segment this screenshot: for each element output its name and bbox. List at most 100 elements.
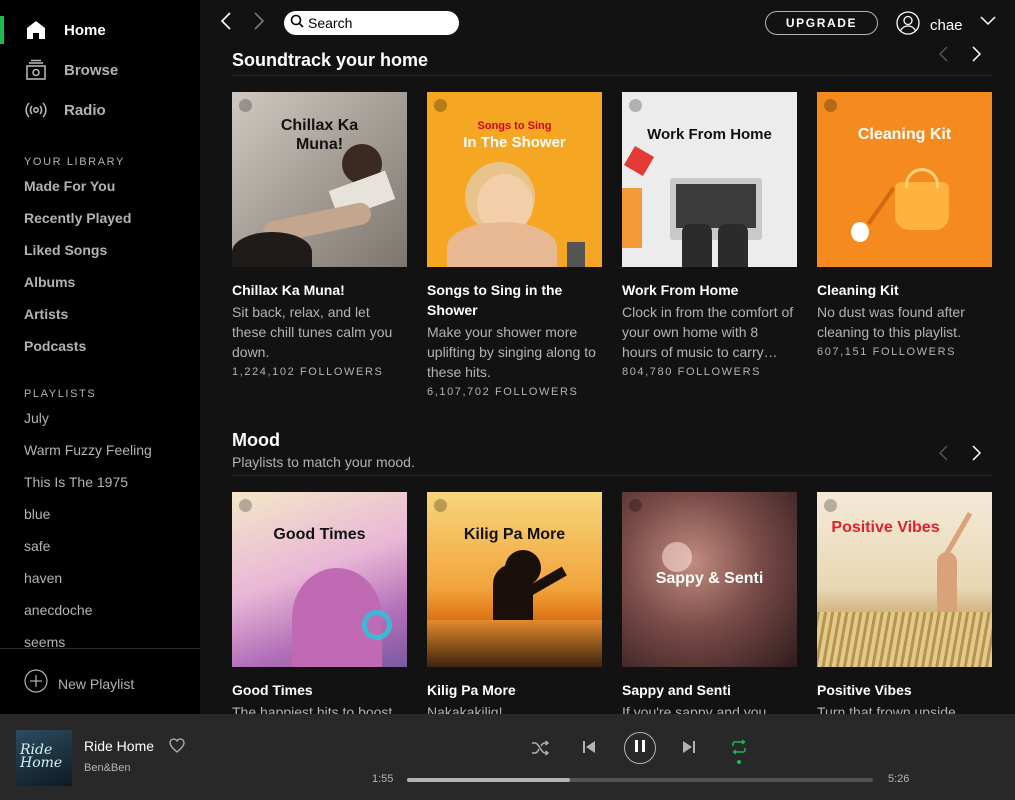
- cover-title: Good Times: [273, 526, 366, 543]
- progress-bar[interactable]: [407, 778, 873, 782]
- playlist-item[interactable]: seems: [24, 634, 65, 648]
- spotify-logo-icon: [239, 99, 252, 112]
- search-input[interactable]: [308, 15, 448, 31]
- playlist-item[interactable]: blue: [24, 506, 50, 522]
- nav-home[interactable]: Home: [0, 14, 200, 46]
- card-description: Clock in from the comfort of your own ho…: [622, 304, 794, 360]
- playlist-cover[interactable]: Chillax Ka Muna!: [232, 92, 407, 267]
- playlist-cover[interactable]: Work From Home: [622, 92, 797, 267]
- shelf-prev-button[interactable]: [933, 46, 953, 66]
- card-description: No dust was found after cleaning to this…: [817, 304, 965, 340]
- playlist-item[interactable]: Warm Fuzzy Feeling: [24, 442, 152, 458]
- user-icon: [896, 11, 920, 40]
- playlist-item[interactable]: This Is The 1975: [24, 474, 128, 490]
- elapsed-time: 1:55: [372, 773, 394, 785]
- card-title[interactable]: Kilig Pa More: [427, 680, 602, 700]
- back-button[interactable]: [216, 11, 236, 35]
- shuffle-icon[interactable]: [531, 740, 549, 756]
- spotify-logo-icon: [824, 99, 837, 112]
- total-time: 5:26: [888, 773, 910, 785]
- art-title: Ride Home: [20, 742, 63, 771]
- shelf-next-button[interactable]: [967, 444, 987, 466]
- card-title[interactable]: Sappy and Senti: [622, 680, 797, 700]
- cover-title: In The Shower: [463, 134, 566, 151]
- library-item-liked-songs[interactable]: Liked Songs: [24, 242, 107, 258]
- cover-title: Work From Home: [647, 126, 772, 143]
- shelf-prev-button[interactable]: [933, 444, 953, 465]
- card-title[interactable]: Work From Home: [622, 280, 797, 300]
- spotify-logo-icon: [824, 499, 837, 512]
- card-description: The happiest hits to boost: [232, 704, 393, 714]
- cover-title: Cleaning Kit: [857, 126, 952, 143]
- library-item-recently-played[interactable]: Recently Played: [24, 210, 131, 226]
- library-item-podcasts[interactable]: Podcasts: [24, 338, 86, 354]
- playlist-card[interactable]: Chillax Ka Muna! Chillax Ka Muna! Sit ba…: [232, 92, 407, 378]
- nav-home-label: Home: [64, 21, 106, 39]
- playlist-card[interactable]: Songs to Sing In The Shower Songs to Sin…: [427, 92, 602, 398]
- card-title[interactable]: Good Times: [232, 680, 407, 700]
- shelf-title[interactable]: Mood: [232, 430, 280, 451]
- chevron-right-icon: [972, 444, 982, 466]
- playlist-cover[interactable]: Kilig Pa More: [427, 492, 602, 667]
- playlist-card[interactable]: Sappy & Senti Sappy and Senti If you're …: [622, 492, 797, 714]
- playlist-card[interactable]: Good Times Good Times The happiest hits …: [232, 492, 407, 714]
- user-menu[interactable]: chae: [896, 11, 963, 40]
- playlist-cover[interactable]: Songs to Sing In The Shower: [427, 92, 602, 267]
- shelf-next-button[interactable]: [967, 46, 987, 66]
- forward-button[interactable]: [249, 11, 269, 35]
- username: chae: [930, 17, 963, 34]
- library-item-albums[interactable]: Albums: [24, 274, 75, 290]
- radio-icon: [24, 98, 48, 122]
- library-item-made-for-you[interactable]: Made For You: [24, 178, 115, 194]
- next-track-icon[interactable]: [682, 740, 696, 754]
- progress-fill: [407, 778, 571, 782]
- chevron-right-icon: [972, 46, 982, 67]
- cover-subtitle: Songs to Sing: [477, 120, 552, 132]
- playlist-card[interactable]: Work From Home Work From Home Clock in f…: [622, 92, 797, 378]
- playlist-item[interactable]: anecdoche: [24, 602, 93, 618]
- now-playing-artist[interactable]: Ben&Ben: [84, 762, 130, 774]
- playlist-card[interactable]: Cleaning Kit Cleaning Kit No dust was fo…: [817, 92, 992, 358]
- nav-browse-label: Browse: [64, 61, 119, 79]
- search-box[interactable]: [284, 11, 459, 35]
- search-icon: [290, 14, 304, 33]
- plus-circle-icon: [24, 669, 48, 698]
- playlist-item[interactable]: haven: [24, 570, 62, 586]
- chevron-right-icon: [253, 11, 265, 35]
- playlist-cover[interactable]: Positive Vibes: [817, 492, 992, 667]
- shelf-subtitle: Playlists to match your mood.: [232, 454, 415, 470]
- playlist-item[interactable]: July: [24, 410, 49, 426]
- playlist-cover[interactable]: Cleaning Kit: [817, 92, 992, 267]
- card-description: Turn that frown upside: [817, 704, 956, 714]
- spotify-logo-icon: [629, 499, 642, 512]
- card-title[interactable]: Songs to Sing in the Shower: [427, 280, 602, 320]
- spotify-logo-icon: [434, 499, 447, 512]
- upgrade-button[interactable]: UPGRADE: [765, 11, 878, 35]
- chevron-down-icon[interactable]: [980, 14, 996, 32]
- now-playing-title[interactable]: Ride Home: [84, 738, 154, 754]
- new-playlist-button[interactable]: New Playlist: [24, 669, 134, 698]
- pause-button[interactable]: [624, 732, 656, 764]
- shelf-title[interactable]: Soundtrack your home: [232, 50, 428, 71]
- shelf-divider: [232, 75, 992, 76]
- nav-browse[interactable]: Browse: [0, 54, 200, 86]
- previous-track-icon[interactable]: [582, 740, 596, 754]
- playlist-item[interactable]: safe: [24, 538, 50, 554]
- now-playing-art[interactable]: Ride Home: [16, 730, 72, 786]
- playlist-cover[interactable]: Sappy & Senti: [622, 492, 797, 667]
- card-followers: 804,780 FOLLOWERS: [622, 366, 762, 378]
- chevron-left-icon: [220, 11, 232, 35]
- shelf-divider: [232, 475, 992, 476]
- playlist-cover[interactable]: Good Times: [232, 492, 407, 667]
- library-item-artists[interactable]: Artists: [24, 306, 68, 322]
- card-title[interactable]: Positive Vibes: [817, 680, 992, 700]
- card-description: Sit back, relax, and let these chill tun…: [232, 304, 393, 360]
- playlist-card[interactable]: Positive Vibes Positive Vibes Turn that …: [817, 492, 992, 714]
- card-title[interactable]: Cleaning Kit: [817, 280, 992, 300]
- new-playlist-label: New Playlist: [58, 675, 135, 692]
- repeat-icon[interactable]: [731, 739, 747, 755]
- nav-radio[interactable]: Radio: [0, 94, 200, 126]
- heart-icon[interactable]: [169, 738, 185, 758]
- card-title[interactable]: Chillax Ka Muna!: [232, 280, 407, 300]
- playlist-card[interactable]: Kilig Pa More Kilig Pa More Nakakakilig!: [427, 492, 602, 714]
